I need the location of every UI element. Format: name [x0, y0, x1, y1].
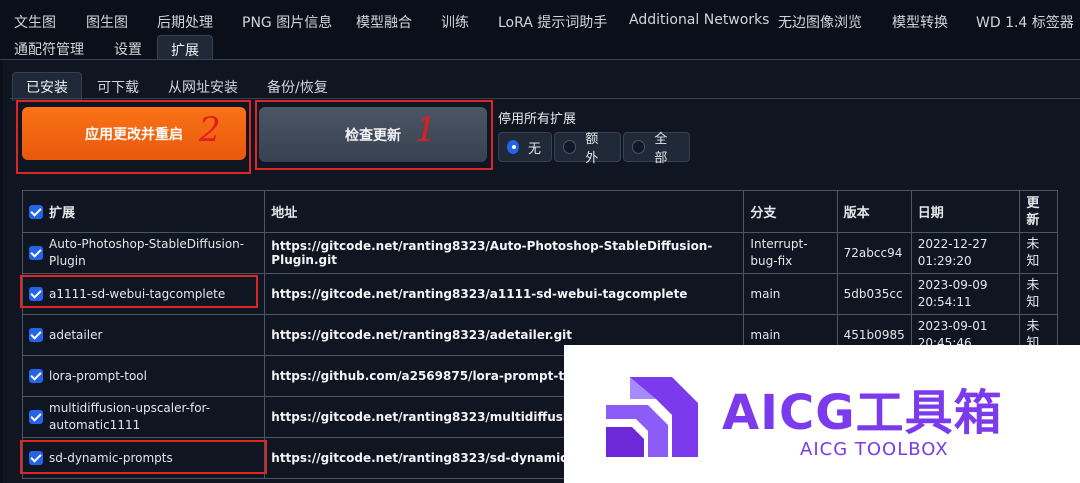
extension-name: adetailer — [49, 327, 103, 342]
extension-name-cell: Auto-Photoshop-StableDiffusion-Plugin — [21, 232, 266, 274]
aicg-logo-icon — [606, 377, 698, 457]
tab-img2img[interactable]: 图生图 — [86, 12, 128, 32]
header-date: 日期 — [910, 190, 1021, 233]
select-all-checkbox[interactable] — [29, 204, 43, 219]
header-branch: 分支 — [743, 190, 838, 233]
enable-checkbox[interactable] — [29, 246, 43, 260]
enable-checkbox[interactable] — [29, 328, 43, 342]
extension-name: Auto-Photoshop-StableDiffusion-Plugin — [49, 237, 245, 268]
tab-extras[interactable]: 后期处理 — [157, 12, 213, 32]
annotation-number-2: 2 — [199, 110, 221, 150]
extension-branch: Interrupt-bug-fix — [743, 232, 838, 274]
tab-wildcards[interactable]: 通配符管理 — [14, 39, 84, 59]
tab-image-browser[interactable]: 无边图像浏览 — [778, 12, 862, 32]
header-update: 更新 — [1019, 190, 1058, 233]
extension-update-status: 未知 — [1019, 232, 1058, 274]
annotation-number-1: 1 — [415, 110, 437, 150]
radio-all[interactable]: 全部 — [623, 132, 690, 166]
enable-checkbox[interactable] — [29, 369, 43, 383]
radio-all-label: 全部 — [654, 132, 668, 166]
extension-name-cell: adetailer — [21, 314, 266, 356]
extension-name: lora-prompt-tool — [49, 368, 147, 383]
subtab-divider — [10, 98, 1080, 99]
radio-dot — [563, 140, 577, 154]
tab-png-info[interactable]: PNG 图片信息 — [242, 12, 332, 32]
extension-url[interactable]: https://gitcode.net/ranting8323/Auto-Pho… — [264, 232, 745, 274]
extension-version: 5db035cc — [836, 273, 912, 315]
extension-date: 2022-12-27 01:29:20 — [910, 232, 1021, 274]
watermark-title: AICG工具箱 — [722, 385, 1003, 441]
tab-settings[interactable]: 设置 — [114, 39, 142, 59]
tab-train[interactable]: 训练 — [441, 12, 469, 32]
radio-dot — [632, 140, 646, 154]
tab-txt2img[interactable]: 文生图 — [14, 12, 56, 32]
extension-version: 72abcc94 — [836, 232, 912, 274]
highlight-box-tagcomplete — [20, 275, 258, 308]
highlight-box-check — [255, 100, 493, 170]
header-version: 版本 — [836, 190, 912, 233]
disable-all-extensions-label: 停用所有扩展 — [498, 112, 577, 127]
table-row: Auto-Photoshop-StableDiffusion-Plugin htt… — [21, 232, 1058, 274]
subtab-backup-restore[interactable]: 备份/恢复 — [267, 77, 328, 97]
highlight-box-dynamic-prompts — [20, 440, 267, 474]
tab-lora-prompt-helper[interactable]: LoRA 提示词助手 — [498, 12, 607, 32]
header-extension: 扩展 — [21, 190, 266, 233]
extension-update-status: 未知 — [1019, 273, 1058, 315]
radio-extra-label: 额外 — [585, 132, 599, 166]
extension-name: multidiffusion-upscaler-for-automatic111… — [49, 401, 211, 432]
subtab-installed[interactable]: 已安装 — [12, 72, 82, 101]
extension-date: 2023-09-09 20:54:11 — [910, 273, 1021, 315]
extension-name-cell: multidiffusion-upscaler-for-automatic111… — [21, 396, 266, 438]
radio-extra[interactable]: 额外 — [554, 132, 621, 166]
header-url: 地址 — [264, 190, 745, 233]
watermark-overlay: AICG工具箱 AICG TOOLBOX — [564, 345, 1080, 483]
disable-radio-group: 无 额外 全部 — [498, 132, 690, 166]
extension-branch: main — [743, 273, 838, 315]
radio-dot-selected — [507, 140, 519, 154]
subtab-install-from-url[interactable]: 从网址安装 — [168, 77, 238, 97]
tab-model-merge[interactable]: 模型融合 — [356, 12, 412, 32]
tab-additional-networks[interactable]: Additional Networks — [629, 12, 769, 28]
radio-none-label: 无 — [527, 141, 541, 157]
extension-name-cell: lora-prompt-tool — [21, 355, 266, 397]
table-header-row: 扩展 地址 分支 版本 日期 更新 — [21, 190, 1058, 233]
tab-model-convert[interactable]: 模型转换 — [892, 12, 948, 32]
radio-none[interactable]: 无 — [498, 132, 552, 162]
extension-url[interactable]: https://gitcode.net/ranting8323/a1111-sd… — [264, 273, 745, 315]
tab-wd14-tagger[interactable]: WD 1.4 标签器 — [976, 12, 1074, 32]
watermark-subtitle: AICG TOOLBOX — [800, 439, 949, 460]
subtab-available[interactable]: 可下载 — [97, 77, 139, 97]
enable-checkbox[interactable] — [29, 410, 43, 424]
